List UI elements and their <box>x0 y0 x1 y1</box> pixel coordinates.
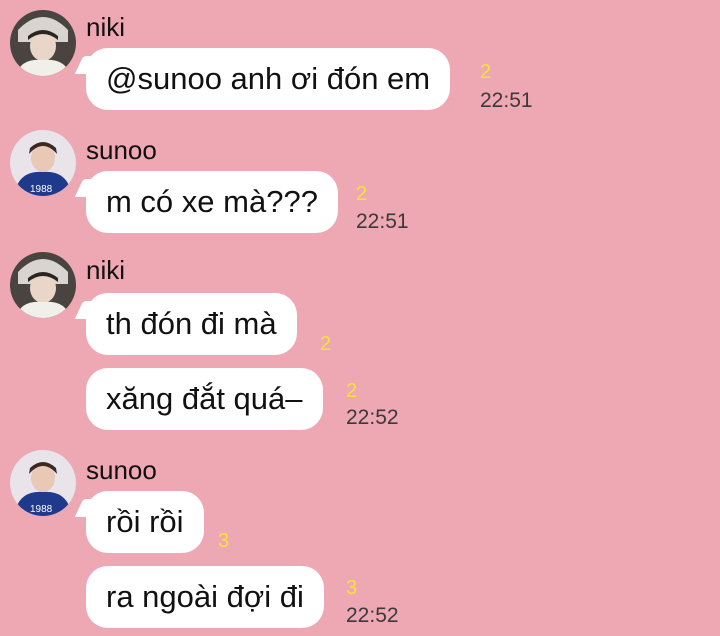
svg-text:1988: 1988 <box>30 504 53 515</box>
unread-count: 2 <box>320 333 332 355</box>
message-bubble[interactable]: @sunoo anh ơi đón em <box>86 48 451 110</box>
message-bubble[interactable]: m có xe mà??? <box>86 171 338 233</box>
message-time: 22:51 <box>356 210 409 233</box>
sunoo-avatar-icon[interactable]: 1988 <box>10 450 76 516</box>
unread-count: 2 <box>346 380 358 402</box>
message-text: @sunoo anh ơi đón em <box>106 61 431 96</box>
niki-avatar-icon[interactable] <box>10 10 76 76</box>
sunoo-avatar-icon[interactable]: 1988 <box>10 130 76 196</box>
message-text: m có xe mà??? <box>106 184 318 219</box>
niki-avatar-icon[interactable] <box>10 252 76 318</box>
message-time: 22:52 <box>346 406 399 429</box>
message-time: 22:51 <box>480 89 533 112</box>
message-text: xăng đắt quá– <box>106 381 303 416</box>
unread-count: 2 <box>356 183 368 205</box>
sender-name: niki <box>86 12 126 42</box>
sender-name: sunoo <box>86 455 157 485</box>
message-bubble[interactable]: xăng đắt quá– <box>86 368 323 430</box>
message-text: ra ngoài đợi đi <box>106 579 304 614</box>
message-bubble[interactable]: ra ngoài đợi đi <box>86 566 324 628</box>
sender-name: sunoo <box>86 135 157 165</box>
unread-count: 3 <box>218 530 230 552</box>
message-text: rồi rồi <box>106 504 184 539</box>
unread-count: 2 <box>480 61 492 83</box>
message-time: 22:52 <box>346 604 399 627</box>
svg-text:1988: 1988 <box>30 184 53 195</box>
unread-count: 3 <box>346 577 358 599</box>
message-bubble[interactable]: th đón đi mà <box>86 293 297 355</box>
message-bubble[interactable]: rồi rồi <box>86 491 204 553</box>
sender-name: niki <box>86 255 126 285</box>
message-text: th đón đi mà <box>106 306 277 341</box>
